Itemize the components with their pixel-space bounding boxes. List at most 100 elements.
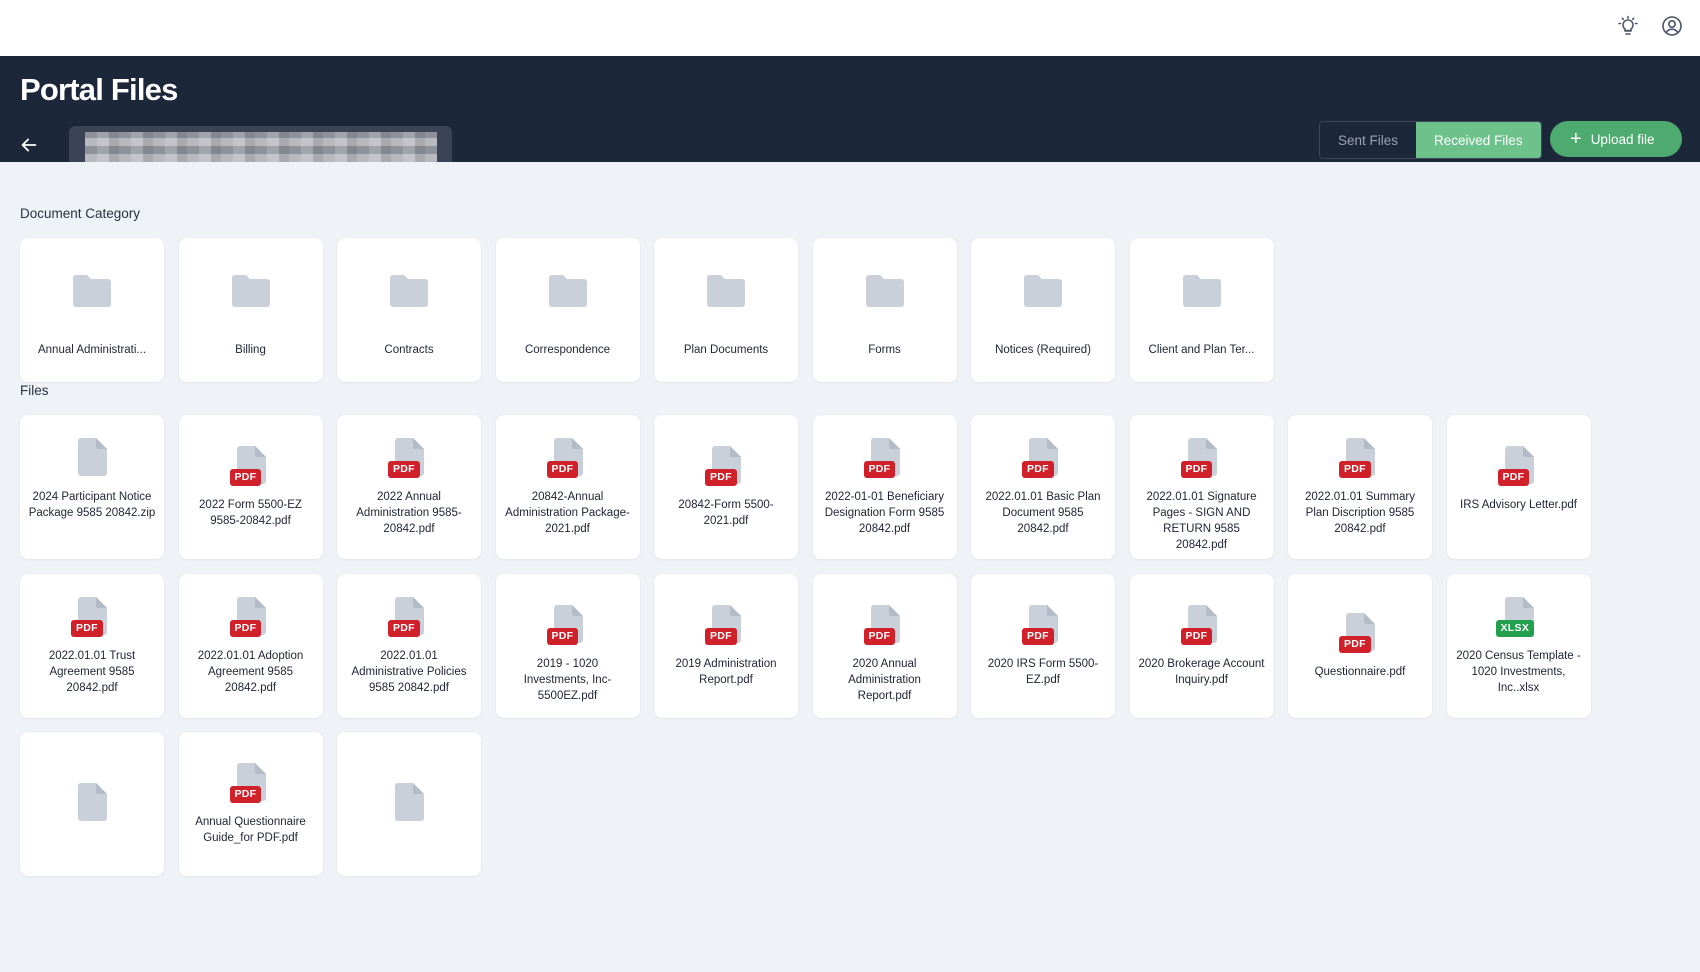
category-folder-card[interactable]: Correspondence bbox=[495, 238, 640, 382]
file-type-indicator: PDF bbox=[1130, 437, 1274, 487]
document-category-heading: Document Category bbox=[20, 206, 141, 221]
category-folder-card[interactable]: Forms bbox=[812, 238, 957, 382]
file-icon bbox=[395, 783, 424, 821]
file-card[interactable] bbox=[337, 732, 481, 876]
file-card[interactable]: PDF 2022.01.01 Adoption Agreement 9585 20… bbox=[178, 574, 323, 718]
file-name-label: 2020 Annual Administration Report.pdf bbox=[848, 658, 921, 702]
file-name-label: 2019 Administration Report.pdf bbox=[675, 658, 777, 686]
file-card[interactable]: PDF Questionnaire.pdf bbox=[1288, 574, 1432, 718]
page-header: Portal Files Sent Files Received Files +… bbox=[0, 56, 1700, 162]
file-name-label: 2022.01.01 Administrative Policies 9585 … bbox=[351, 650, 467, 694]
folder-icon bbox=[1182, 275, 1221, 307]
file-name-label: 2020 Census Template - 1020 Investments,… bbox=[1456, 650, 1581, 694]
file-type-indicator: PDF bbox=[496, 437, 640, 487]
pdf-badge: PDF bbox=[1497, 469, 1530, 486]
pdf-badge: PDF bbox=[863, 461, 896, 478]
page-title: Portal Files bbox=[20, 72, 178, 107]
file-type-indicator: PDF bbox=[813, 604, 957, 654]
file-card[interactable]: PDF 2022.01.01 Trust Agreement 9585 20842… bbox=[20, 574, 164, 718]
file-type-indicator: PDF bbox=[337, 596, 481, 646]
pdf-badge: PDF bbox=[1339, 636, 1371, 653]
file-name-label: 2022-01-01 Beneficiary Designation Form … bbox=[824, 491, 945, 535]
category-folder-label: Notices (Required) bbox=[995, 344, 1091, 356]
file-name-label: 20842-Annual Administration Package-2021… bbox=[505, 491, 630, 535]
xlsx-badge: XLSX bbox=[1495, 620, 1535, 637]
file-name-label: 2022.01.01 Basic Plan Document 9585 2084… bbox=[985, 491, 1101, 535]
folder-icon bbox=[548, 275, 587, 307]
pdf-badge: PDF bbox=[1339, 461, 1371, 478]
file-type-indicator: XLSX bbox=[1447, 596, 1591, 646]
category-folder-card[interactable]: Billing bbox=[178, 238, 323, 382]
folder-icon bbox=[231, 275, 270, 307]
category-folder-card[interactable]: Client and Plan Ter... bbox=[1129, 238, 1274, 382]
file-card[interactable]: PDF 2022.01.01 Administrative Policies 95… bbox=[337, 574, 481, 718]
top-bar bbox=[0, 0, 1700, 56]
file-type-indicator: PDF bbox=[971, 604, 1115, 654]
pdf-badge: PDF bbox=[546, 461, 579, 478]
file-card[interactable]: PDF 2022 Form 5500-EZ 9585-20842.pdf bbox=[178, 415, 323, 559]
file-name-label: Annual Questionnaire Guide_for PDF.pdf bbox=[195, 816, 306, 844]
file-name-label: 2022 Annual Administration 9585-20842.pd… bbox=[356, 491, 462, 535]
file-card[interactable]: PDF 2022.01.01 Summary Plan Discription 9… bbox=[1288, 415, 1432, 559]
category-folder-label: Client and Plan Ter... bbox=[1148, 344, 1255, 356]
plus-icon: + bbox=[1570, 128, 1582, 150]
lightbulb-icon[interactable] bbox=[1616, 14, 1640, 38]
file-name-label: IRS Advisory Letter.pdf bbox=[1460, 499, 1577, 511]
category-folder-card[interactable]: Plan Documents bbox=[654, 238, 798, 382]
category-folder-label: Contracts bbox=[384, 344, 434, 356]
file-card[interactable]: PDF 20842-Annual Administration Package-2… bbox=[495, 415, 640, 559]
file-type-indicator: PDF bbox=[813, 437, 957, 487]
file-type-indicator: PDF bbox=[179, 596, 323, 646]
file-card[interactable]: PDF IRS Advisory Letter.pdf bbox=[1446, 415, 1591, 559]
back-arrow-icon[interactable] bbox=[18, 134, 40, 156]
file-card[interactable]: PDF 2020 IRS Form 5500-EZ.pdf bbox=[971, 574, 1115, 718]
pdf-badge: PDF bbox=[1022, 628, 1054, 645]
file-card[interactable]: PDF 2022.01.01 Signature Pages - SIGN AND… bbox=[1129, 415, 1274, 559]
pdf-badge: PDF bbox=[229, 786, 262, 803]
folder-icon bbox=[1024, 275, 1062, 307]
client-selector[interactable] bbox=[69, 126, 452, 162]
pdf-badge: PDF bbox=[705, 628, 737, 645]
file-card[interactable]: PDF 2019 Administration Report.pdf bbox=[654, 574, 798, 718]
file-type-indicator bbox=[337, 782, 481, 832]
file-name-label: 2022.01.01 Signature Pages - SIGN AND RE… bbox=[1146, 491, 1257, 551]
file-name-label: Questionnaire.pdf bbox=[1314, 666, 1406, 678]
user-account-icon[interactable] bbox=[1660, 14, 1684, 38]
file-card[interactable]: 2024 Participant Notice Package 9585 208… bbox=[20, 415, 164, 559]
redacted-client-name bbox=[85, 132, 437, 162]
category-folder-label: Plan Documents bbox=[683, 344, 769, 356]
file-card[interactable] bbox=[20, 732, 164, 876]
file-name-label: 2022 Form 5500-EZ 9585-20842.pdf bbox=[199, 499, 302, 527]
pdf-badge: PDF bbox=[705, 469, 737, 486]
category-folder-card[interactable]: Contracts bbox=[337, 238, 481, 382]
file-type-indicator: PDF bbox=[1447, 445, 1591, 495]
file-type-indicator bbox=[20, 437, 164, 487]
file-direction-toggle: Sent Files Received Files bbox=[1319, 121, 1542, 159]
file-card[interactable]: PDF 2022.01.01 Basic Plan Document 9585 2… bbox=[971, 415, 1115, 559]
file-name-label: 2022.01.01 Summary Plan Discription 9585… bbox=[1305, 491, 1415, 535]
file-name-label: 2022.01.01 Trust Agreement 9585 20842.pd… bbox=[48, 650, 136, 694]
category-folder-card[interactable]: Annual Administrati... bbox=[20, 238, 164, 382]
file-name-label: 2020 IRS Form 5500-EZ.pdf bbox=[987, 658, 1099, 686]
file-type-indicator: PDF bbox=[654, 445, 798, 495]
file-card[interactable]: PDF 2020 Annual Administration Report.pdf bbox=[812, 574, 957, 718]
folder-icon bbox=[865, 275, 904, 307]
file-name-label: 2019 - 1020 Investments, Inc-5500EZ.pdf bbox=[523, 658, 612, 702]
upload-file-button[interactable]: + Upload file bbox=[1550, 121, 1682, 157]
file-card[interactable]: PDF Annual Questionnaire Guide_for PDF.pd… bbox=[178, 732, 323, 876]
file-card[interactable]: PDF 2019 - 1020 Investments, Inc-5500EZ.p… bbox=[495, 574, 640, 718]
pdf-badge: PDF bbox=[229, 469, 262, 486]
file-card[interactable]: PDF 2022 Annual Administration 9585-20842… bbox=[337, 415, 481, 559]
file-card[interactable]: PDF 2022-01-01 Beneficiary Designation Fo… bbox=[812, 415, 957, 559]
received-files-tab[interactable]: Received Files bbox=[1416, 122, 1541, 158]
folder-icon bbox=[390, 275, 428, 307]
file-card[interactable]: PDF 20842-Form 5500-2021.pdf bbox=[654, 415, 798, 559]
file-card[interactable]: PDF 2020 Brokerage Account Inquiry.pdf bbox=[1129, 574, 1274, 718]
file-card[interactable]: XLSX 2020 Census Template - 1020 Investme… bbox=[1446, 574, 1591, 718]
category-folder-card[interactable]: Notices (Required) bbox=[971, 238, 1115, 382]
file-name-label: 2024 Participant Notice Package 9585 208… bbox=[28, 491, 156, 519]
folder-icon bbox=[73, 275, 111, 307]
file-name-label: 2022.01.01 Adoption Agreement 9585 20842… bbox=[197, 650, 304, 694]
sent-files-tab[interactable]: Sent Files bbox=[1320, 122, 1417, 158]
pdf-badge: PDF bbox=[1022, 461, 1054, 478]
